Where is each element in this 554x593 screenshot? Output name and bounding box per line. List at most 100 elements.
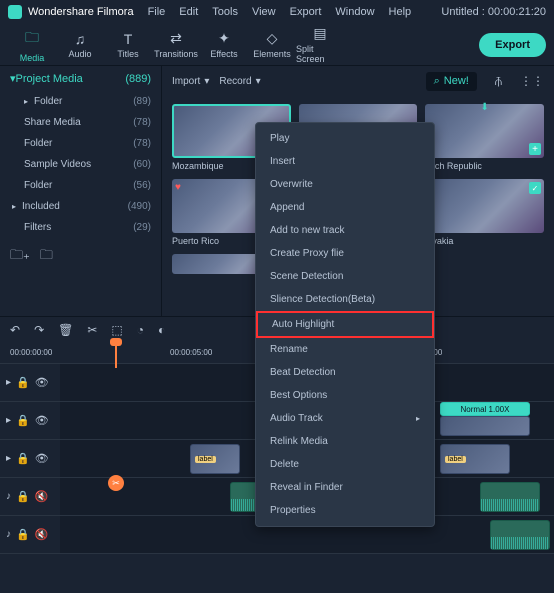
ctx-append[interactable]: Append: [256, 196, 434, 219]
clip-tag: label: [445, 456, 466, 463]
chevron-right-icon: ▸: [12, 202, 16, 211]
export-button[interactable]: Export: [479, 33, 546, 57]
sidebar-item-filters[interactable]: Filters(29): [0, 217, 161, 238]
tab-effects[interactable]: ✦Effects: [200, 26, 248, 64]
lock-icon[interactable]: 🔒: [16, 452, 30, 465]
mute-icon[interactable]: 🔇: [35, 528, 49, 541]
app-name: Wondershare Filmora: [28, 6, 134, 18]
ctx-relink[interactable]: Relink Media: [256, 430, 434, 453]
import-dropdown[interactable]: Import▾: [172, 76, 209, 87]
filter-icon[interactable]: ⫚: [495, 74, 502, 89]
heart-icon[interactable]: ♥: [175, 182, 181, 193]
ctx-reveal-finder[interactable]: Reveal in Finder: [256, 476, 434, 499]
titlebar: Wondershare Filmora File Edit Tools View…: [0, 0, 554, 24]
crop-icon[interactable]: ⬚: [111, 323, 122, 337]
track-header: ▸🔒👁: [0, 402, 60, 439]
ctx-best-options[interactable]: Best Options: [256, 384, 434, 407]
tab-elements[interactable]: ◇Elements: [248, 26, 296, 64]
track-header: ♪🔒🔇: [0, 516, 60, 553]
new-folder-icon[interactable]: 🗀₊: [10, 246, 30, 268]
eye-icon[interactable]: 👁: [35, 414, 49, 427]
folder-icon[interactable]: 🗀: [40, 246, 53, 268]
clip-video[interactable]: label: [440, 444, 510, 474]
ctx-beat-detect[interactable]: Beat Detection: [256, 361, 434, 384]
track-header: ▸🔒👁: [0, 364, 60, 401]
clip-audio[interactable]: [480, 482, 540, 512]
context-menu: Play Insert Overwrite Append Add to new …: [255, 122, 435, 527]
lock-icon[interactable]: 🔒: [16, 528, 30, 541]
scissors-marker-icon[interactable]: ✂: [108, 475, 124, 491]
split-icon: ▤: [313, 25, 326, 42]
ctx-add-track[interactable]: Add to new track: [256, 219, 434, 242]
sidebar-item-included[interactable]: ▸Included(490): [0, 196, 161, 217]
sidebar-item-folder2[interactable]: Folder(78): [0, 133, 161, 154]
ctx-rename[interactable]: Rename: [256, 338, 434, 361]
menu-window[interactable]: Window: [335, 6, 374, 18]
folder-icon: 🗀: [25, 27, 39, 51]
effects-icon: ✦: [218, 30, 230, 47]
titles-icon: T: [124, 31, 133, 47]
eye-icon[interactable]: 👁: [35, 452, 49, 465]
playhead[interactable]: [115, 342, 117, 368]
ctx-silence-detect[interactable]: Slience Detection(Beta): [256, 288, 434, 311]
tab-audio[interactable]: ♫Audio: [56, 26, 104, 64]
menu-export[interactable]: Export: [290, 6, 322, 18]
ctx-scene-detect[interactable]: Scene Detection: [256, 265, 434, 288]
ctx-audio-track[interactable]: Audio Track▸: [256, 407, 434, 430]
tab-splitscreen[interactable]: ▤Split Screen: [296, 26, 344, 64]
thumb-image: ⬇+: [425, 104, 544, 158]
media-thumb[interactable]: ⬇+zech Republic: [425, 104, 544, 171]
chevron-right-icon: ▸: [24, 97, 28, 106]
clip-video[interactable]: label: [190, 444, 240, 474]
menu-edit[interactable]: Edit: [179, 6, 198, 18]
content-header: Import▾ Record▾ ⌕New! ⫚ ⋮⋮: [162, 66, 554, 96]
waveform: [481, 499, 539, 511]
redo-icon[interactable]: ↷: [34, 323, 44, 337]
sidebar-bottom: 🗀₊ 🗀: [0, 238, 161, 276]
ctx-proxy[interactable]: Create Proxy flie: [256, 242, 434, 265]
sidebar: ▾ Project Media (889) ▸Folder(89) Share …: [0, 66, 162, 316]
tab-media[interactable]: 🗀Media: [8, 26, 56, 64]
ctx-play[interactable]: Play: [256, 127, 434, 150]
ctx-properties[interactable]: Properties: [256, 499, 434, 522]
mute-icon[interactable]: 🔇: [35, 490, 49, 503]
sidebar-item-sharemedia[interactable]: Share Media(78): [0, 112, 161, 133]
trash-icon[interactable]: 🗑: [58, 323, 73, 337]
menu-help[interactable]: Help: [389, 6, 412, 18]
transitions-icon: ⇄: [170, 30, 182, 47]
video-icon: ▸: [6, 453, 11, 464]
grid-view-icon[interactable]: ⋮⋮: [520, 74, 544, 88]
lock-icon[interactable]: 🔒: [16, 414, 30, 427]
color-icon[interactable]: ◐: [158, 323, 165, 337]
ctx-delete[interactable]: Delete: [256, 453, 434, 476]
clip-tag: label: [195, 456, 216, 463]
search-box[interactable]: ⌕New!: [426, 72, 477, 91]
sidebar-header[interactable]: ▾ Project Media (889): [0, 66, 161, 91]
menu-file[interactable]: File: [148, 6, 166, 18]
menu-view[interactable]: View: [252, 6, 276, 18]
lock-icon[interactable]: 🔒: [16, 376, 30, 389]
sidebar-item-folder[interactable]: ▸Folder(89): [0, 91, 161, 112]
cut-icon[interactable]: ✂: [87, 323, 97, 337]
tab-transitions[interactable]: ⇄Transitions: [152, 26, 200, 64]
clip-video[interactable]: [440, 416, 530, 436]
speed-icon[interactable]: ◔: [137, 323, 144, 337]
tab-titles[interactable]: TTitles: [104, 26, 152, 64]
plus-icon[interactable]: +: [529, 143, 541, 155]
clip-speed[interactable]: Normal 1.00X: [440, 402, 530, 416]
ctx-overwrite[interactable]: Overwrite: [256, 173, 434, 196]
project-name: Untitled : 00:00:21:20: [441, 6, 546, 18]
ctx-insert[interactable]: Insert: [256, 150, 434, 173]
sidebar-item-folder3[interactable]: Folder(56): [0, 175, 161, 196]
chevron-right-icon: ▸: [416, 414, 420, 423]
audio-icon: ♪: [6, 491, 11, 502]
sidebar-item-samplevideos[interactable]: Sample Videos(60): [0, 154, 161, 175]
undo-icon[interactable]: ↶: [10, 323, 20, 337]
media-thumb[interactable]: ✓lovakia: [425, 179, 544, 246]
clip-audio[interactable]: [490, 520, 550, 550]
menu-tools[interactable]: Tools: [212, 6, 238, 18]
record-dropdown[interactable]: Record▾: [219, 76, 260, 87]
eye-icon[interactable]: 👁: [35, 376, 49, 389]
lock-icon[interactable]: 🔒: [16, 490, 30, 503]
ctx-auto-highlight[interactable]: Auto Highlight: [256, 311, 434, 338]
